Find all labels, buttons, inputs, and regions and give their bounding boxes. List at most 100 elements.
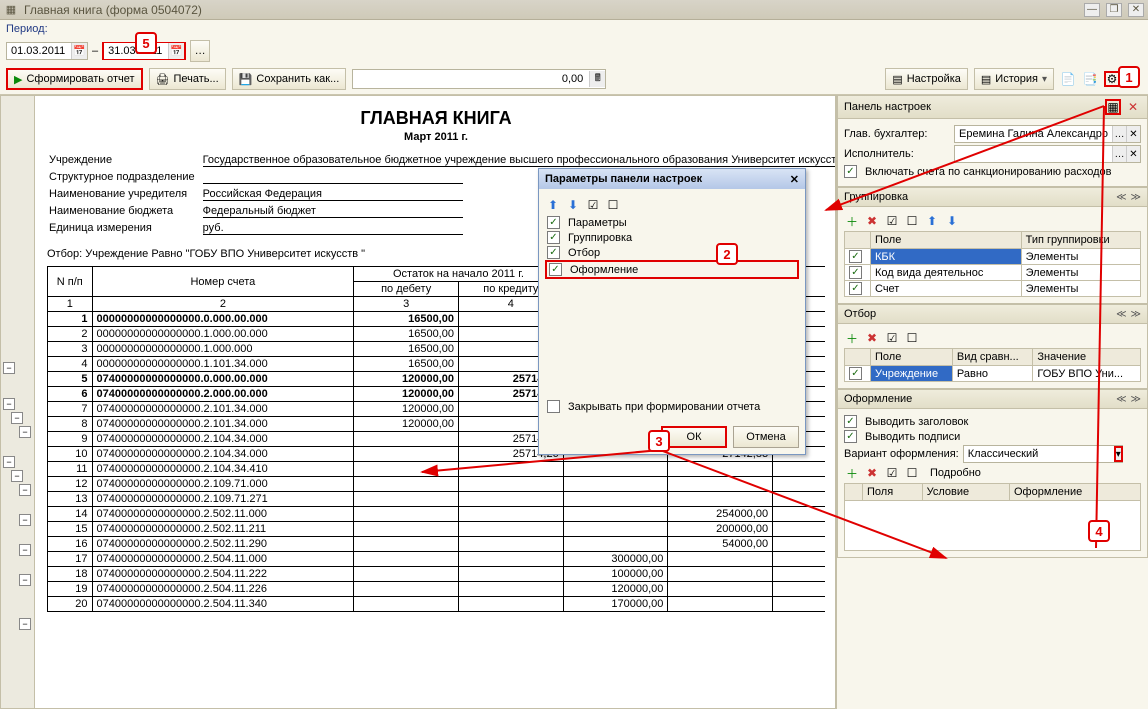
add-icon[interactable]: ＋ — [844, 213, 860, 229]
uncheckall-icon[interactable]: ☐ — [904, 330, 920, 346]
design-section-header[interactable]: Оформление ≪≫ — [837, 389, 1148, 409]
moveup-icon[interactable]: ⬆ — [545, 197, 561, 213]
settings-icon: ▤ — [892, 73, 902, 86]
settings-panel-header: Панель настроек ▦ ✕ — [837, 95, 1148, 119]
outline-node[interactable]: − — [3, 398, 15, 410]
chief-accountant-field: Глав. бухгалтер: … ✕ — [844, 125, 1141, 143]
clear-icon[interactable]: ✕ — [1126, 146, 1140, 162]
save-as-button[interactable]: 💾 Сохранить как... — [232, 68, 347, 90]
date-from[interactable]: 📅 — [6, 42, 88, 60]
close-button[interactable]: ✕ — [1128, 3, 1144, 17]
movedown-icon[interactable]: ⬇ — [565, 197, 581, 213]
moveup-icon[interactable]: ⬆ — [924, 213, 940, 229]
modal-item[interactable]: ✓Параметры — [545, 215, 799, 230]
show-header-checkbox[interactable]: ✓ — [844, 415, 857, 428]
callout-5: 5 — [135, 32, 157, 54]
outline-node[interactable]: − — [11, 470, 23, 482]
grouping-row[interactable]: ✓КБКЭлементы — [845, 249, 1141, 265]
clear-icon[interactable]: ✕ — [1126, 126, 1140, 142]
close-panel-button[interactable]: ✕ — [1125, 99, 1141, 115]
calendar-icon[interactable]: 📅 — [71, 43, 87, 59]
filter-section-header[interactable]: Отбор ≪≫ — [837, 304, 1148, 324]
settings-button[interactable]: ▤ Настройка — [885, 68, 968, 90]
outline-gutter[interactable]: − − − − − − − − − − − — [1, 96, 35, 708]
report-row[interactable]: 1107400000000000000.2.104.34.410 — [48, 462, 826, 477]
remove-icon[interactable]: ✖ — [864, 330, 880, 346]
callout-1: 1 — [1118, 66, 1140, 88]
calendar-icon[interactable]: 📅 — [168, 43, 184, 59]
ok-button[interactable]: ОК — [661, 426, 727, 448]
outline-node[interactable]: − — [19, 426, 31, 438]
grouping-table: ПолеТип группировки ✓КБКЭлементы✓Код вид… — [844, 231, 1141, 297]
app-icon: ▦ — [4, 3, 18, 17]
checkall-icon[interactable]: ☑ — [585, 197, 601, 213]
report-row[interactable]: 2007400000000000000.2.504.11.340170000,0… — [48, 597, 826, 612]
design-variant-combo[interactable]: ▾ — [963, 445, 1123, 463]
grouping-row[interactable]: ✓Код вида деятельносЭлементы — [845, 265, 1141, 281]
lookup-icon[interactable]: … — [1112, 126, 1126, 142]
report-row[interactable]: 1407400000000000000.2.502.11.000254000,0… — [48, 507, 826, 522]
sum-field[interactable]: 🖩 — [352, 69, 606, 89]
callout-2: 2 — [716, 243, 738, 265]
report-title: ГЛАВНАЯ КНИГА — [47, 108, 825, 129]
calc-icon[interactable]: 🖩 — [589, 71, 605, 87]
outline-node[interactable]: − — [19, 484, 31, 496]
add-icon[interactable]: ＋ — [844, 465, 860, 481]
uncheckall-icon[interactable]: ☐ — [904, 465, 920, 481]
run-report-button[interactable]: ▶ Сформировать отчет — [6, 68, 143, 90]
window-title: Главная книга (форма 0504072) — [24, 3, 202, 17]
uncheckall-icon[interactable]: ☐ — [605, 197, 621, 213]
close-icon[interactable]: ✕ — [790, 173, 799, 186]
period-select-button[interactable]: … — [190, 40, 210, 62]
checkall-icon[interactable]: ☑ — [884, 465, 900, 481]
uncheckall-icon[interactable]: ☐ — [904, 213, 920, 229]
close-on-run-checkbox[interactable] — [547, 400, 560, 413]
remove-icon[interactable]: ✖ — [864, 213, 880, 229]
modal-item[interactable]: ✓Отбор — [545, 245, 799, 260]
grouping-row[interactable]: ✓СчетЭлементы — [845, 281, 1141, 297]
report-row[interactable]: 1607400000000000000.2.502.11.29054000,00 — [48, 537, 826, 552]
chevron-down-icon[interactable]: ▾ — [1114, 446, 1123, 462]
report-row[interactable]: 1707400000000000000.2.504.11.000300000,0… — [48, 552, 826, 567]
add-icon[interactable]: ＋ — [844, 330, 860, 346]
report-row[interactable]: 1507400000000000000.2.502.11.211200000,0… — [48, 522, 826, 537]
outline-node[interactable]: − — [3, 456, 15, 468]
outline-node[interactable]: − — [19, 574, 31, 586]
sum-input[interactable] — [353, 70, 589, 88]
cancel-button[interactable]: Отмена — [733, 426, 799, 448]
outline-node[interactable]: − — [19, 618, 31, 630]
sankc-checkbox[interactable]: ✓ — [844, 165, 857, 178]
report-row[interactable]: 1907400000000000000.2.504.11.226120000,0… — [48, 582, 826, 597]
minimize-button[interactable]: — — [1084, 3, 1100, 17]
outline-node[interactable]: − — [11, 412, 23, 424]
show-signatures-checkbox[interactable]: ✓ — [844, 430, 857, 443]
history-button[interactable]: ▤ История ▾ — [974, 68, 1054, 90]
titlebar: ▦ Главная книга (форма 0504072) — ❐ ✕ — [0, 0, 1148, 20]
tool-icon-1[interactable]: 📄 — [1060, 71, 1076, 87]
checkall-icon[interactable]: ☑ — [884, 330, 900, 346]
grouping-section-header[interactable]: Группировка ≪≫ — [837, 187, 1148, 207]
panel-options-button[interactable]: ▦ — [1105, 99, 1121, 115]
modal-item[interactable]: ✓Оформление — [545, 260, 799, 279]
filter-row[interactable]: ✓ Учреждение Равно ГОБУ ВПО Уни... — [845, 366, 1141, 382]
report-row[interactable]: 1807400000000000000.2.504.11.222100000,0… — [48, 567, 826, 582]
modal-item[interactable]: ✓Группировка — [545, 230, 799, 245]
outline-node[interactable]: − — [19, 544, 31, 556]
report-row[interactable]: 1207400000000000000.2.109.71.000 — [48, 477, 826, 492]
outline-node[interactable]: − — [19, 514, 31, 526]
chevron-down-icon: ▾ — [1042, 74, 1047, 85]
outline-node[interactable]: − — [3, 362, 15, 374]
print-button[interactable]: 🖨 Печать... — [149, 68, 226, 90]
movedown-icon[interactable]: ⬇ — [944, 213, 960, 229]
tool-icon-2[interactable]: 📑 — [1082, 71, 1098, 87]
lookup-icon[interactable]: … — [1112, 146, 1126, 162]
checkall-icon[interactable]: ☑ — [884, 213, 900, 229]
report-month: Март 2011 г. — [47, 131, 825, 143]
chief-input[interactable] — [955, 126, 1112, 142]
history-icon: ▤ — [981, 73, 991, 86]
date-from-input[interactable] — [7, 43, 71, 59]
restore-button[interactable]: ❐ — [1106, 3, 1122, 17]
remove-icon[interactable]: ✖ — [864, 465, 880, 481]
exec-input[interactable] — [955, 146, 1112, 162]
report-row[interactable]: 1307400000000000000.2.109.71.271 — [48, 492, 826, 507]
